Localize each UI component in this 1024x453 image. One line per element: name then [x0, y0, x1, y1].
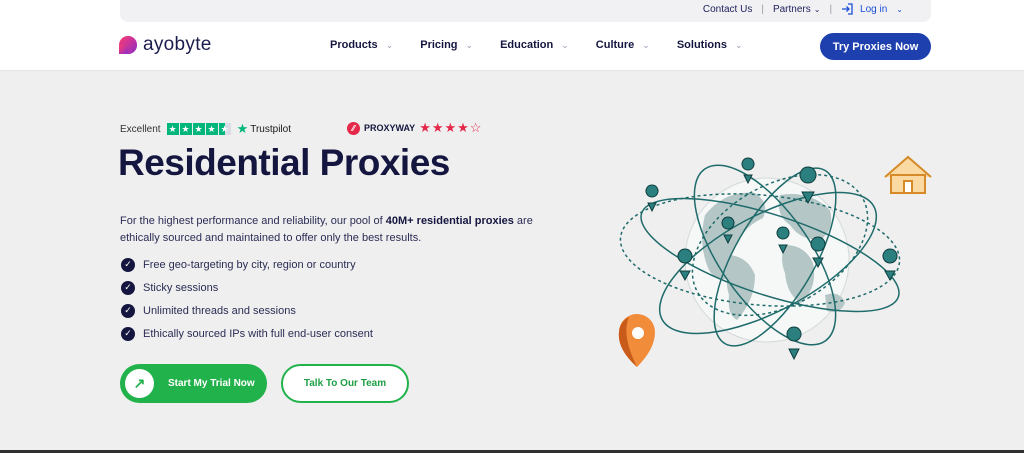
star-icon: ★: [179, 123, 192, 135]
proxyway-name: PROXYWAY: [364, 123, 416, 133]
nav-pricing[interactable]: Pricing ⌄: [420, 39, 473, 51]
check-icon: ✓: [121, 280, 135, 295]
divider: |: [761, 3, 764, 15]
feature-text: Unlimited threads and sessions: [143, 304, 296, 317]
map-pin-icon: [645, 184, 659, 213]
globe-illustration: [618, 155, 932, 367]
brand-name: ayobyte: [143, 34, 212, 55]
nav-label: Solutions: [676, 39, 727, 51]
contact-link[interactable]: Contact Us: [703, 4, 752, 15]
star-icon: ★: [166, 123, 179, 135]
chevron-down-icon: ⌄: [896, 4, 903, 14]
trustpilot-stars: ★ ★ ★ ★ ★: [166, 123, 231, 135]
feature-text: Sticky sessions: [143, 281, 219, 294]
chevron-down-icon: ⌄: [734, 39, 743, 50]
nav-label: Education: [500, 39, 554, 51]
chevron-down-icon: ⌄: [465, 39, 474, 50]
chevron-down-icon: ⌄: [385, 39, 394, 50]
desc-text: For the highest performance and reliabil…: [120, 215, 386, 227]
chevron-down-icon: ⌄: [561, 39, 569, 50]
nav-education[interactable]: Education ⌄: [500, 39, 569, 51]
feature-text: Free geo-targeting by city, region or co…: [143, 258, 356, 271]
nav-label: Pricing: [420, 39, 458, 51]
feature-item: ✓ Unlimited threads and sessions: [121, 299, 373, 322]
nav-culture[interactable]: Culture ⌄: [596, 39, 650, 51]
nav-products[interactable]: Products ⌄: [330, 39, 393, 51]
divider: |: [829, 3, 833, 15]
house-icon: [884, 155, 932, 194]
desc-highlight: 40M+ residential proxies: [385, 215, 514, 227]
chevron-down-icon: ⌄: [642, 39, 650, 50]
utility-bar: Contact Us | Partners ⌄ | Log in ⌄: [120, 0, 931, 22]
star-icon: ★: [205, 123, 218, 135]
utility-links: Contact Us | Partners ⌄ | Log in ⌄: [703, 3, 903, 15]
proxyway-icon: ⁄⁄: [347, 121, 360, 135]
check-icon: ✓: [121, 326, 135, 341]
trustpilot-star-icon: ★: [236, 121, 249, 136]
feature-item: ✓ Free geo-targeting by city, region or c…: [121, 253, 373, 276]
logo-icon: [119, 36, 137, 54]
try-proxies-button[interactable]: Try Proxies Now: [820, 33, 931, 60]
star-icon: ★: [192, 123, 205, 135]
nav-solutions[interactable]: Solutions ⌄: [677, 39, 743, 51]
star-half-icon: ★: [218, 123, 231, 135]
nav-label: Culture: [595, 39, 635, 51]
partners-menu[interactable]: Partners ⌄: [773, 4, 821, 15]
login-menu[interactable]: Log in ⌄: [841, 3, 903, 15]
site-header: Contact Us | Partners ⌄ | Log in ⌄ ayobyte…: [0, 0, 1024, 71]
proxyway-rating[interactable]: ⁄⁄ PROXYWAY ★★★★☆: [347, 120, 482, 136]
partners-label: Partners: [772, 3, 811, 15]
feature-list: ✓ Free geo-targeting by city, region or c…: [121, 253, 373, 345]
trustpilot-name: Trustpilot: [250, 123, 291, 135]
trustpilot-rating[interactable]: Excellent ★ ★ ★ ★ ★ ★ Trustpilot: [120, 121, 291, 137]
brand-logo[interactable]: ayobyte: [118, 34, 212, 56]
feature-item: ✓ Ethically sourced IPs with full end-use…: [121, 322, 373, 345]
login-icon: [842, 3, 853, 15]
chevron-down-icon: ⌄: [813, 4, 821, 14]
arrow-up-right-icon: ↗: [125, 369, 154, 398]
hero-description: For the highest performance and reliabil…: [120, 213, 560, 247]
feature-text: Ethically sourced IPs with full end-user…: [143, 327, 373, 340]
trustpilot-logo: ★ Trustpilot: [237, 121, 291, 137]
login-label: Log in: [860, 3, 888, 15]
talk-to-team-button[interactable]: Talk To Our Team: [281, 364, 409, 403]
feature-item: ✓ Sticky sessions: [121, 276, 373, 299]
check-icon: ✓: [121, 257, 135, 272]
orange-pin-icon: [618, 314, 655, 367]
start-trial-button[interactable]: ↗ Start My Trial Now: [120, 364, 267, 403]
main-nav: Products ⌄ Pricing ⌄ Education ⌄ Culture ⌄ S…: [330, 39, 770, 51]
check-icon: ✓: [121, 303, 135, 318]
start-trial-label: Start My Trial Now: [168, 378, 255, 389]
nav-label: Products: [330, 39, 378, 51]
rating-label: Excellent: [120, 123, 161, 135]
page-title: Residential Proxies: [118, 142, 450, 183]
proxyway-stars: ★★★★☆: [419, 120, 483, 135]
